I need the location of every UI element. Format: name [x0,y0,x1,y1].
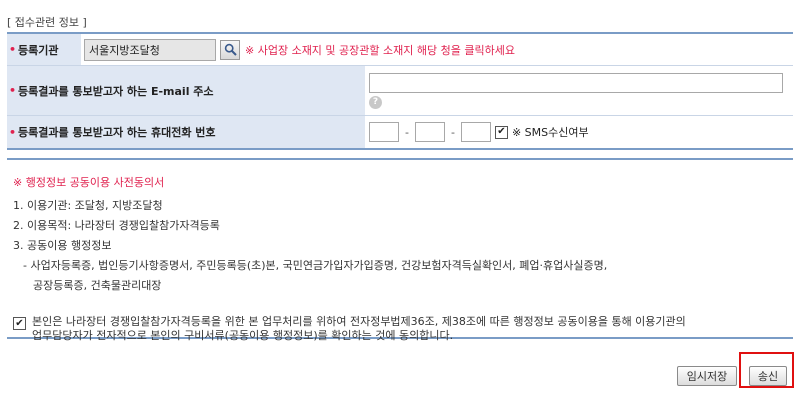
registration-form: • 등록기관 서울지방조달청 ※ 사업장 소재지 및 공장관할 소재지 해당 청… [7,32,793,150]
checkmark-icon: ✔ [15,317,24,329]
phone-dash: - [405,125,409,139]
required-star-icon: • [9,125,17,139]
consent-line: 3. 공동이용 행정정보 [13,239,112,252]
phone-part2-input[interactable] [414,122,445,142]
email-label-cell: • 등록결과를 통보받고자 하는 E-mail 주소 [7,66,365,115]
agree-text-line: 본인은 나라장터 경쟁입찰참가자격등록을 위한 본 업무처리를 위하여 전자정부… [32,315,686,328]
agree-row: ✔ 본인은 나라장터 경쟁입찰참가자격등록을 위한 본 업무처리를 위하여 전자… [13,315,787,343]
consent-title: ※ 행정정보 공동이용 사전동의서 [13,176,165,189]
send-button[interactable]: 송신 [749,366,787,386]
agency-notice: ※ 사업장 소재지 및 공장관할 소재지 해당 청을 클릭하세요 [245,43,515,57]
agency-search-button[interactable] [220,39,240,60]
consent-line: - 사업자등록증, 법인등기사항증명서, 주민등록등(초)본, 국민연금가입자가… [23,259,608,272]
email-label: 등록결과를 통보받고자 하는 E-mail 주소 [18,84,214,98]
phone-label: 등록결과를 통보받고자 하는 휴대전화 번호 [18,126,216,139]
consent-line: 공장등록증, 건축물관리대장 [33,279,162,292]
send-highlight-box: 송신 [739,352,794,388]
search-icon [224,43,237,56]
required-star-icon: • [9,84,17,97]
agency-label-cell: • 등록기관 [7,34,81,65]
agency-label: 등록기관 [18,43,59,57]
help-icon[interactable]: ? [369,95,382,109]
agency-value-cell: 서울지방조달청 ※ 사업장 소재지 및 공장관할 소재지 해당 청을 클릭하세요 [81,34,793,65]
phone-part3-input[interactable] [460,122,491,142]
temp-save-button[interactable]: 임시저장 [677,366,737,386]
phone-value-cell: - - ✔ ※ SMS수신여부 [365,116,793,148]
phone-part1-input[interactable] [369,122,399,142]
email-value-cell: ? [365,66,793,115]
consent-section: ※ 행정정보 공동이용 사전동의서 1. 이용기관: 조달청, 지방조달청 2.… [7,158,793,342]
agency-input[interactable]: 서울지방조달청 [84,38,216,61]
phone-row: • 등록결과를 통보받고자 하는 휴대전화 번호 - - ✔ ※ SMS수신여부 [7,116,793,148]
email-row: • 등록결과를 통보받고자 하는 E-mail 주소 ? [7,66,793,116]
sms-checkbox[interactable]: ✔ [494,125,508,139]
agency-row: • 등록기관 서울지방조달청 ※ 사업장 소재지 및 공장관할 소재지 해당 청… [7,34,793,66]
checkmark-icon: ✔ [497,126,506,137]
consent-line: 1. 이용기관: 조달청, 지방조달청 [13,199,163,212]
phone-dash: - [450,125,455,139]
sms-label: ※ SMS수신여부 [511,126,589,139]
consent-line: 2. 이용목적: 나라장터 경쟁입찰참가자격등록 [13,219,220,232]
email-input[interactable] [369,72,783,93]
agree-text-line: 업무담당자가 전자적으로 본인의 구비서류(공동이용 행정정보)를 확인하는 것… [32,329,454,342]
agree-text: 본인은 나라장터 경쟁입찰참가자격등록을 위한 본 업무처리를 위하여 전자정부… [32,315,686,343]
required-star-icon: • [9,43,17,56]
phone-label-cell: • 등록결과를 통보받고자 하는 휴대전화 번호 [7,116,365,148]
section-title: [ 접수관련 정보 ] [7,16,87,29]
agree-checkbox[interactable]: ✔ [13,317,26,330]
